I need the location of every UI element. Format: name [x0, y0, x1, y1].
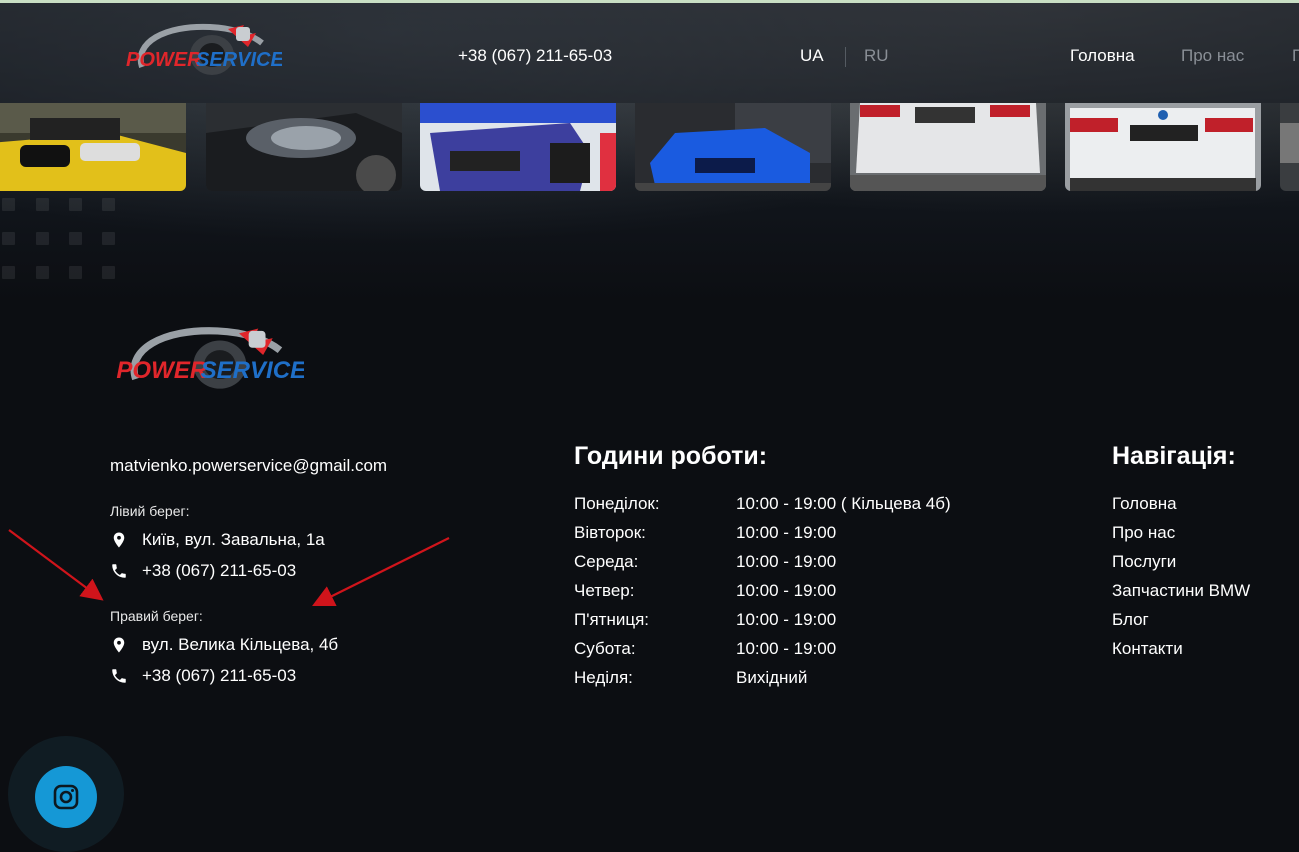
footer-nav-bmw-parts[interactable]: Запчастини BMW [1112, 581, 1250, 601]
hours-day-sun: Неділя: [574, 668, 633, 687]
gallery-image-1[interactable] [0, 103, 186, 191]
hours-time-mon: 10:00 - 19:00 ( Кільцева 4б) [736, 494, 951, 513]
powerservice-logo-icon: POWER SERVICE [116, 327, 307, 389]
svg-text:POWER: POWER [116, 357, 207, 384]
right-bank-phone-text[interactable]: +38 (067) 211-65-03 [142, 666, 296, 686]
left-bank-address-text: Київ, вул. Завальна, 1а [142, 530, 325, 549]
hours-day-tue: Вівторок: [574, 523, 646, 542]
nav-partial-link[interactable]: П [1292, 46, 1299, 66]
left-bank-address: Київ, вул. Завальна, 1а [110, 530, 325, 550]
hours-time-sun: Вихідний [736, 668, 808, 687]
instagram-icon [53, 784, 79, 810]
header-logo[interactable]: POWER SERVICE [124, 21, 284, 88]
gallery-image-7[interactable] [1280, 103, 1299, 191]
left-bank-phone-text[interactable]: +38 (067) 211-65-03 [142, 561, 296, 581]
gallery-image-5[interactable] [850, 103, 1046, 191]
phone-icon [112, 564, 126, 578]
footer-email-link[interactable]: matvienko.powerservice@gmail.com [110, 456, 387, 476]
right-bank-label: Правий берег: [110, 608, 203, 624]
gallery-image-2[interactable] [206, 103, 402, 191]
svg-text:SERVICE: SERVICE [196, 49, 282, 71]
right-bank-phone[interactable]: +38 (067) 211-65-03 [110, 666, 296, 686]
gallery-image-4[interactable] [635, 103, 831, 191]
hours-time-sat: 10:00 - 19:00 [736, 639, 837, 658]
hours-day-thu: Четвер: [574, 581, 635, 600]
map-pin-icon [113, 637, 125, 653]
header-phone-link[interactable]: +38 (067) 211-65-03 [458, 46, 612, 66]
instagram-button[interactable] [35, 766, 97, 828]
hours-day-mon: Понеділок: [574, 494, 660, 513]
footer-nav-home[interactable]: Головна [1112, 494, 1177, 514]
site-header: POWER SERVICE +38 (067) 211-65-03 UA RU … [0, 3, 1299, 103]
right-bank-address-text: вул. Велика Кільцева, 4б [142, 635, 339, 654]
annotation-arrow-right [312, 537, 450, 607]
map-pin-icon [113, 532, 125, 548]
svg-text:SERVICE: SERVICE [201, 357, 304, 384]
footer-nav-contacts[interactable]: Контакти [1112, 639, 1183, 659]
footer-nav-blog[interactable]: Блог [1112, 610, 1149, 630]
hours-time-wed: 10:00 - 19:00 [736, 552, 837, 571]
lang-separator [845, 47, 846, 67]
nav-about-link[interactable]: Про нас [1181, 46, 1244, 66]
lang-ru-link[interactable]: RU [864, 46, 889, 66]
hours-time-tue: 10:00 - 19:00 [736, 523, 837, 542]
hours-time-fri: 10:00 - 19:00 [736, 610, 837, 629]
hours-day-wed: Середа: [574, 552, 639, 571]
svg-text:POWER: POWER [126, 49, 202, 71]
footer-nav-about[interactable]: Про нас [1112, 523, 1175, 543]
hours-time-thu: 10:00 - 19:00 [736, 581, 837, 600]
nav-title: Навігація: [1112, 442, 1236, 470]
lang-ua-link[interactable]: UA [800, 46, 824, 66]
powerservice-logo-icon: POWER SERVICE [126, 23, 284, 75]
left-bank-phone[interactable]: +38 (067) 211-65-03 [110, 561, 296, 581]
gallery-image-3[interactable] [420, 103, 616, 191]
hours-day-fri: П'ятниця: [574, 610, 650, 629]
footer-nav-services[interactable]: Послуги [1112, 552, 1176, 572]
hours-title: Години роботи: [574, 442, 768, 470]
gallery-image-6[interactable] [1065, 103, 1261, 191]
left-bank-label: Лівий берег: [110, 503, 190, 519]
annotation-arrow-left [8, 529, 104, 601]
hours-day-sat: Субота: [574, 639, 636, 658]
phone-icon [112, 669, 126, 683]
nav-home-link[interactable]: Головна [1070, 46, 1135, 66]
footer-logo[interactable]: POWER SERVICE [114, 322, 307, 405]
right-bank-address: вул. Велика Кільцева, 4б [110, 635, 338, 655]
